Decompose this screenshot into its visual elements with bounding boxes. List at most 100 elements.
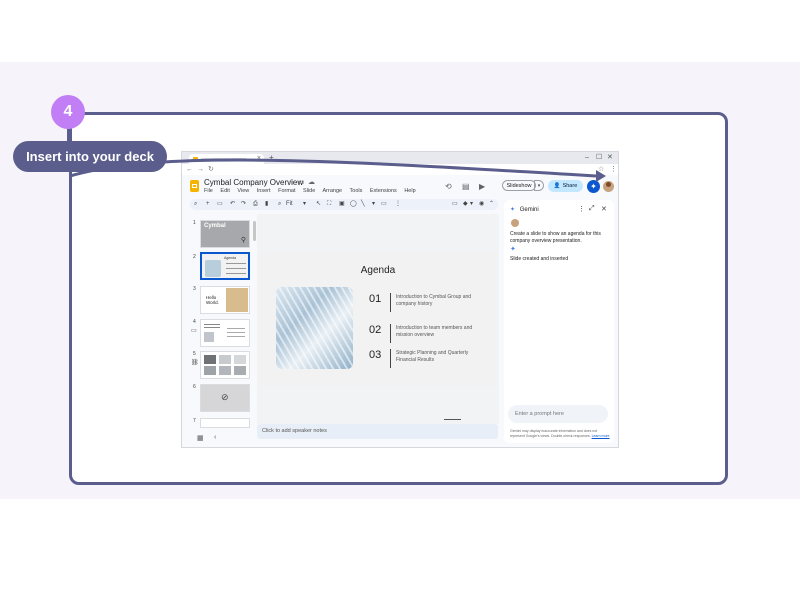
architecture-image[interactable] bbox=[276, 287, 353, 369]
line-dropdown-icon[interactable]: ▾ bbox=[372, 199, 375, 210]
thumb-title: Hello World. bbox=[206, 295, 219, 305]
thumb-title: Cymbal bbox=[204, 223, 226, 229]
gemini-toggle-button[interactable]: ✦ bbox=[587, 180, 600, 193]
share-button[interactable]: 👤 Share bbox=[548, 180, 583, 192]
user-avatar[interactable] bbox=[603, 181, 614, 192]
history-icon[interactable]: ⟲ bbox=[445, 182, 452, 191]
menu-file[interactable]: File bbox=[204, 188, 213, 194]
slide-thumbnail-6[interactable]: ⊘ bbox=[200, 384, 250, 412]
menu-format[interactable]: Format bbox=[278, 188, 295, 194]
comments-icon[interactable]: ▤ bbox=[462, 182, 470, 191]
gemini-more-icon[interactable]: ⋮ bbox=[578, 205, 585, 213]
link-icon: ⛓ bbox=[191, 360, 199, 366]
slide-thumbnail-3[interactable]: Hello World. bbox=[200, 286, 250, 314]
slideshow-button[interactable]: Slideshow bbox=[502, 180, 536, 191]
collapse-filmstrip-icon[interactable]: ‹ bbox=[214, 434, 216, 441]
new-slide-icon[interactable]: + bbox=[206, 199, 210, 210]
thumb-image bbox=[234, 355, 246, 364]
back-icon[interactable]: ← bbox=[186, 164, 193, 175]
menu-view[interactable]: View bbox=[237, 188, 249, 194]
undo-icon[interactable]: ↶ bbox=[230, 199, 235, 210]
theme-icon[interactable]: ◆ bbox=[463, 199, 468, 210]
slide-number: 1 bbox=[193, 220, 196, 226]
search-menus-icon[interactable]: ⌕ bbox=[194, 199, 197, 210]
menu-slide[interactable]: Slide bbox=[303, 188, 315, 194]
menu-tools[interactable]: Tools bbox=[350, 188, 363, 194]
slide-thumbnail-2[interactable]: Agenda bbox=[200, 252, 250, 280]
slide-canvas[interactable]: Agenda 01 Introduction to Cymbal Group a… bbox=[259, 252, 497, 386]
meet-camera-icon[interactable]: ▶ bbox=[479, 182, 485, 191]
menu-insert[interactable]: Insert bbox=[257, 188, 271, 194]
gemini-prompt-input[interactable] bbox=[508, 405, 608, 423]
slides-logo-icon[interactable] bbox=[190, 180, 199, 192]
forward-icon[interactable]: → bbox=[197, 164, 204, 175]
gemini-close-icon[interactable]: ✕ bbox=[601, 205, 607, 213]
grid-view-icon[interactable]: ▦ bbox=[197, 434, 204, 442]
collapse-toolbar-icon[interactable]: ⌃ bbox=[489, 199, 494, 210]
gemini-sparkle-icon: ✦ bbox=[510, 207, 516, 213]
maximize-icon[interactable]: ☐ bbox=[596, 153, 602, 163]
minimize-icon[interactable]: – bbox=[585, 153, 589, 163]
slide-filmstrip: 1 Cymbal ⚲ 2 Agenda 3 Hello World. 4 ▭ 5… bbox=[182, 214, 254, 428]
slide-thumbnail-7[interactable] bbox=[200, 418, 250, 428]
more-options-icon[interactable]: ⋮ bbox=[395, 199, 401, 210]
thumb-image bbox=[219, 366, 231, 375]
thumb-line bbox=[226, 273, 246, 274]
line-icon[interactable]: ╲ bbox=[361, 199, 365, 210]
print-icon[interactable]: ⎙ bbox=[253, 199, 258, 210]
learn-more-link[interactable]: Learn more bbox=[592, 434, 610, 438]
image-icon[interactable]: ▣ bbox=[339, 199, 345, 210]
share-label: Share bbox=[562, 183, 578, 189]
record-icon[interactable]: ◉ bbox=[479, 199, 484, 210]
comment-add-icon[interactable]: ▭ bbox=[217, 199, 223, 210]
thumb-line bbox=[227, 332, 245, 333]
close-window-icon[interactable]: ✕ bbox=[607, 153, 613, 163]
theme-dropdown-icon[interactable]: ▾ bbox=[470, 199, 473, 210]
slide-thumbnail-5[interactable] bbox=[200, 351, 250, 379]
slide-number: 4 bbox=[193, 319, 196, 325]
slide-number: 2 bbox=[193, 254, 196, 260]
star-icon[interactable]: ☆ bbox=[288, 178, 294, 186]
slide-number: 5 bbox=[193, 351, 196, 357]
menu-arrange[interactable]: Arrange bbox=[323, 188, 343, 194]
reload-icon[interactable]: ↻ bbox=[208, 164, 214, 175]
menu-help[interactable]: Help bbox=[404, 188, 415, 194]
slide-title[interactable]: Agenda bbox=[259, 265, 497, 276]
browser-tab[interactable]: × bbox=[189, 154, 264, 164]
comment-badge-icon: ▭ bbox=[191, 328, 197, 334]
filmstrip-scrollbar[interactable] bbox=[253, 221, 256, 241]
gemini-expand-icon[interactable]: ⤢ bbox=[589, 205, 595, 213]
bookmark-star-icon[interactable]: ☆ bbox=[598, 164, 604, 175]
zoom-dropdown-icon[interactable]: ▾ bbox=[303, 199, 306, 210]
slide-canvas-area: Agenda 01 Introduction to Cymbal Group a… bbox=[257, 214, 499, 424]
shape-icon[interactable]: ◯ bbox=[350, 199, 357, 210]
menu-extensions[interactable]: Extensions bbox=[370, 188, 397, 194]
speaker-notes[interactable]: Click to add speaker notes bbox=[257, 424, 498, 439]
notes-resize-handle[interactable] bbox=[444, 419, 461, 420]
frame-icon[interactable]: ⛶ bbox=[327, 199, 331, 210]
slideshow-dropdown-icon[interactable]: ▾ bbox=[534, 180, 544, 191]
paint-format-icon[interactable]: ▮ bbox=[265, 199, 268, 210]
slide-thumbnail-1[interactable]: Cymbal ⚲ bbox=[200, 220, 250, 248]
slide-thumbnail-4[interactable] bbox=[200, 319, 250, 347]
comment-icon[interactable]: ▭ bbox=[381, 199, 387, 210]
tab-close-icon[interactable]: × bbox=[257, 154, 261, 163]
thumb-image bbox=[204, 366, 216, 375]
browser-menu-icon[interactable]: ⋮ bbox=[610, 164, 617, 175]
menu-edit[interactable]: Edit bbox=[220, 188, 229, 194]
slide-number: 7 bbox=[193, 418, 196, 424]
move-folder-icon[interactable]: ▭ bbox=[298, 178, 305, 186]
doc-header: Cymbal Company Overview ☆ ▭ ☁ File Edit … bbox=[182, 175, 618, 197]
gemini-response-icon: ✦ bbox=[510, 246, 516, 253]
zoom-icon[interactable]: ⌕ bbox=[278, 199, 281, 210]
thumb-image bbox=[226, 288, 248, 312]
select-tool-icon[interactable]: ↖ bbox=[316, 199, 321, 210]
gemini-disclaimer: Gemini may display inaccurate informatio… bbox=[510, 429, 610, 439]
zoom-select[interactable]: Fit bbox=[286, 199, 293, 210]
thumb-line bbox=[226, 263, 246, 264]
new-tab-button[interactable]: + bbox=[269, 152, 274, 164]
thumb-line bbox=[227, 336, 245, 337]
present-icon[interactable]: ▭ bbox=[452, 199, 458, 210]
slides-favicon-icon bbox=[193, 157, 198, 162]
redo-icon[interactable]: ↷ bbox=[241, 199, 246, 210]
